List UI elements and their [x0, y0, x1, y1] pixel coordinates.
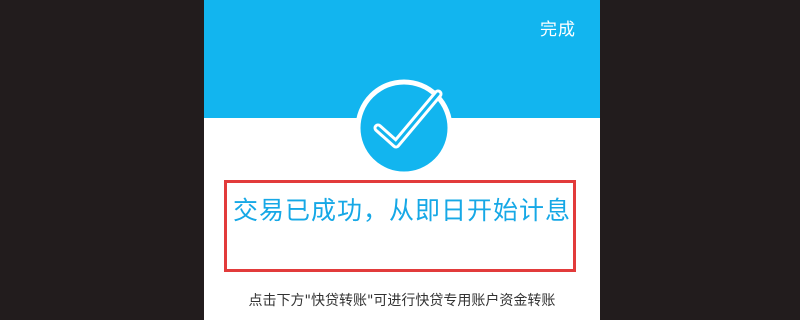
done-button[interactable]: 完成 [540, 15, 576, 40]
check-circle-icon [352, 76, 456, 180]
success-message: 交易已成功，从即日开始计息 [232, 196, 571, 225]
transfer-hint: 点击下方"快贷转账"可进行快贷专用账户资金转账 [248, 293, 556, 309]
phone-screen: 完成 交易已成功，从即日开始计息 点击下方"快贷转账"可进行快贷专用账户资金转账 [204, 0, 600, 320]
